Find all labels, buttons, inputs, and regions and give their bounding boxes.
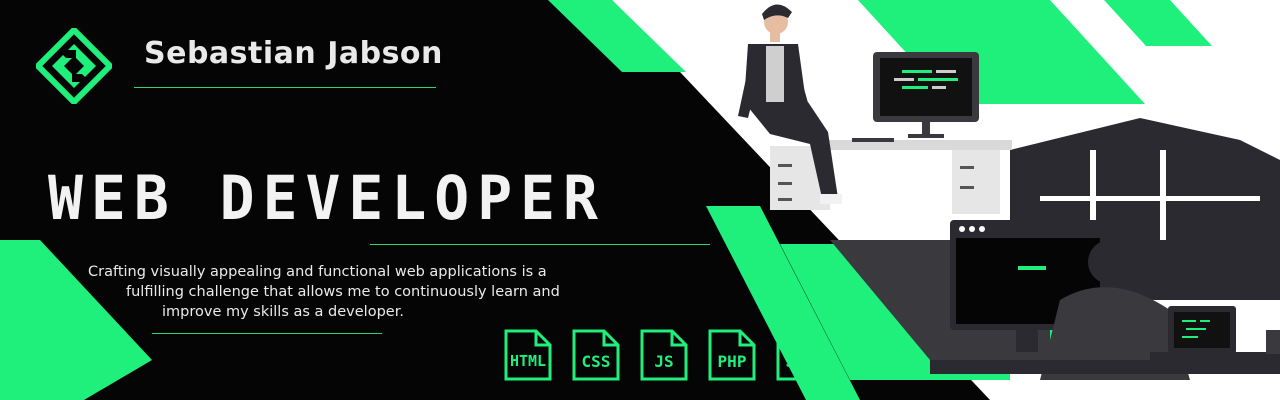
skill-label: JS: [654, 352, 674, 371]
developer-banner: Sebastian Jabson WEB DEVELOPER Crafting …: [0, 0, 1280, 400]
desk-drawers: [952, 150, 1000, 214]
skill-label: PHP: [717, 352, 747, 371]
sql-file-icon: SQL: [774, 328, 826, 382]
tagline-line: fulfilling challenge that allows me to c…: [126, 284, 560, 300]
skill-label: HTML: [509, 352, 547, 370]
html-file-icon: HTML: [502, 328, 554, 382]
tagline: Crafting visually appealing and function…: [88, 262, 688, 322]
tagline-line: improve my skills as a developer.: [162, 304, 404, 320]
page-title: WEB DEVELOPER: [48, 162, 606, 234]
name-underline: [134, 87, 436, 88]
js-file-icon: JS: [638, 328, 690, 382]
developer-name: Sebastian Jabson: [144, 36, 443, 71]
css-file-icon: CSS: [570, 328, 622, 382]
skill-badges: HTML CSS JS PHP SQL: [502, 328, 826, 382]
skill-label: SQL: [785, 352, 815, 371]
title-underline: [370, 244, 710, 245]
skill-label: CSS: [581, 352, 611, 371]
tagline-underline: [152, 333, 382, 334]
tagline-line: Crafting visually appealing and function…: [88, 264, 547, 280]
logo-icon: [33, 25, 115, 107]
php-file-icon: PHP: [706, 328, 758, 382]
